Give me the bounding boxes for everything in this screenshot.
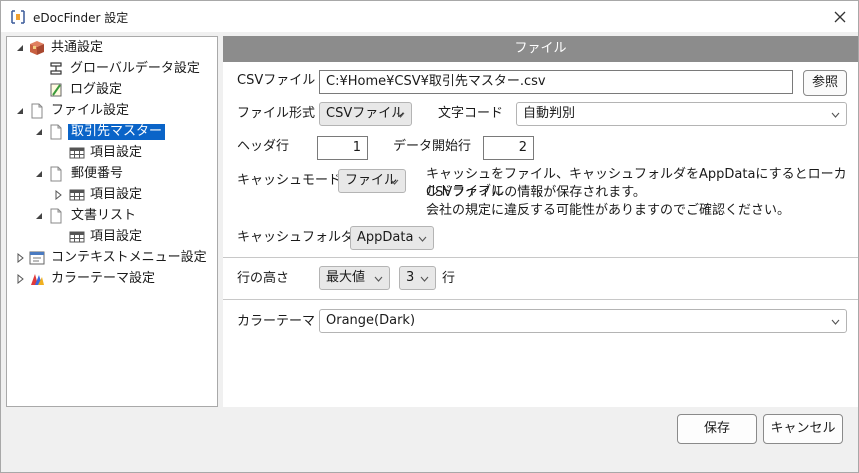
chevron-down-icon [831,112,840,118]
panel-header: ファイル [223,36,858,62]
row-height-mode-select[interactable]: 最大値 [319,266,390,290]
row-height-count-value: 3 [406,270,415,285]
app-icon [10,9,26,25]
tree-label: 項目設定 [90,187,143,202]
row-unit-label: 行 [442,271,456,286]
table-icon [69,231,85,243]
header-row-input[interactable]: 1 [317,136,368,160]
file-icon [50,208,62,224]
tree-label: 項目設定 [90,145,143,160]
save-button[interactable]: 保存 [677,414,757,444]
title-bar: eDocFinder 設定 [1,1,858,32]
csv-file-path-input[interactable]: C:¥Home¥CSV¥取引先マスター.csv [319,70,793,94]
cache-warning-line-2: CSVファイルの情報が保存されます。 [426,185,646,200]
file-format-select[interactable]: CSVファイル [319,102,412,126]
settings-tree: 共通設定 グローバルデータ設定 ログ設定 ファイル設定 取引先マスター 項目設定… [6,36,218,407]
window-title: eDocFinder 設定 [33,11,129,25]
char-code-select[interactable]: 自動判別 [516,102,847,126]
table-icon [69,147,85,159]
cache-folder-select[interactable]: AppData [350,226,434,250]
tree-label: コンテキストメニュー設定 [51,250,207,265]
cache-warning-line-3: 会社の規定に違反する可能性がありますのでご確認ください。 [426,203,791,218]
menu-icon [29,251,45,265]
chevron-down-icon [418,236,427,242]
color-theme-select[interactable]: Orange(Dark) [319,309,847,333]
collapsed-arrow-icon[interactable] [15,253,25,263]
package-icon [30,41,44,55]
chevron-down-icon [396,112,405,118]
chevron-down-icon [420,276,429,282]
collapsed-arrow-icon[interactable] [15,274,25,284]
cache-mode-select[interactable]: ファイル [338,169,406,193]
tree-label: 取引先マスター [68,124,166,140]
expanded-arrow-icon[interactable] [15,43,25,53]
row-height-mode-value: 最大値 [326,270,366,285]
file-icon [31,103,43,119]
file-icon [50,166,62,182]
palette-icon [31,274,44,285]
char-code-label: 文字コード [438,106,504,121]
settings-window: eDocFinder 設定 共通設定 グローバルデータ設定 ログ設定 ファイル設… [0,0,859,473]
header-row-label: ヘッダ行 [237,139,290,154]
char-code-value: 自動判別 [523,106,576,121]
tree-label: 項目設定 [90,229,143,244]
chevron-down-icon [831,319,840,325]
cache-mode-label: キャッシュモード [237,173,342,188]
file-format-label: ファイル形式 [237,106,316,121]
cancel-button[interactable]: キャンセル [763,414,843,444]
tree-label: 共通設定 [51,40,104,55]
tree-label: 文書リスト [71,208,137,223]
collapsed-arrow-icon[interactable] [53,190,63,200]
tree-label: 郵便番号 [71,166,124,181]
divider [223,299,858,300]
browse-button[interactable]: 参照 [803,70,847,96]
chevron-down-icon [390,179,399,185]
divider [223,257,858,258]
tree-label: ログ設定 [70,82,123,97]
table-icon [69,189,85,201]
expanded-arrow-icon[interactable] [15,106,25,116]
tree-label: ファイル設定 [51,103,130,118]
close-button[interactable] [827,5,853,29]
file-icon [50,124,62,140]
color-theme-value: Orange(Dark) [326,313,416,328]
expanded-arrow-icon[interactable] [34,169,44,179]
row-height-label: 行の高さ [237,271,290,286]
log-icon [50,83,62,97]
file-settings-panel: ファイル CSVファイル C:¥Home¥CSV¥取引先マスター.csv 参照 … [223,36,858,407]
tree-label: カラーテーマ設定 [51,271,156,286]
tree-label: グローバルデータ設定 [70,61,200,76]
data-start-row-label: データ開始行 [393,139,472,154]
csv-file-label: CSVファイル [237,73,316,88]
file-format-value: CSVファイル [326,106,405,121]
cache-folder-value: AppData [357,230,414,245]
cache-folder-label: キャッシュフォルダ [237,230,355,245]
expanded-arrow-icon[interactable] [34,127,44,137]
row-height-count-select[interactable]: 3 [399,266,436,290]
close-icon [834,11,846,23]
data-start-row-input[interactable]: 2 [483,136,534,160]
data-icon [50,62,62,75]
color-theme-label: カラーテーマ [237,314,316,329]
chevron-down-icon [374,276,383,282]
expanded-arrow-icon[interactable] [34,211,44,221]
